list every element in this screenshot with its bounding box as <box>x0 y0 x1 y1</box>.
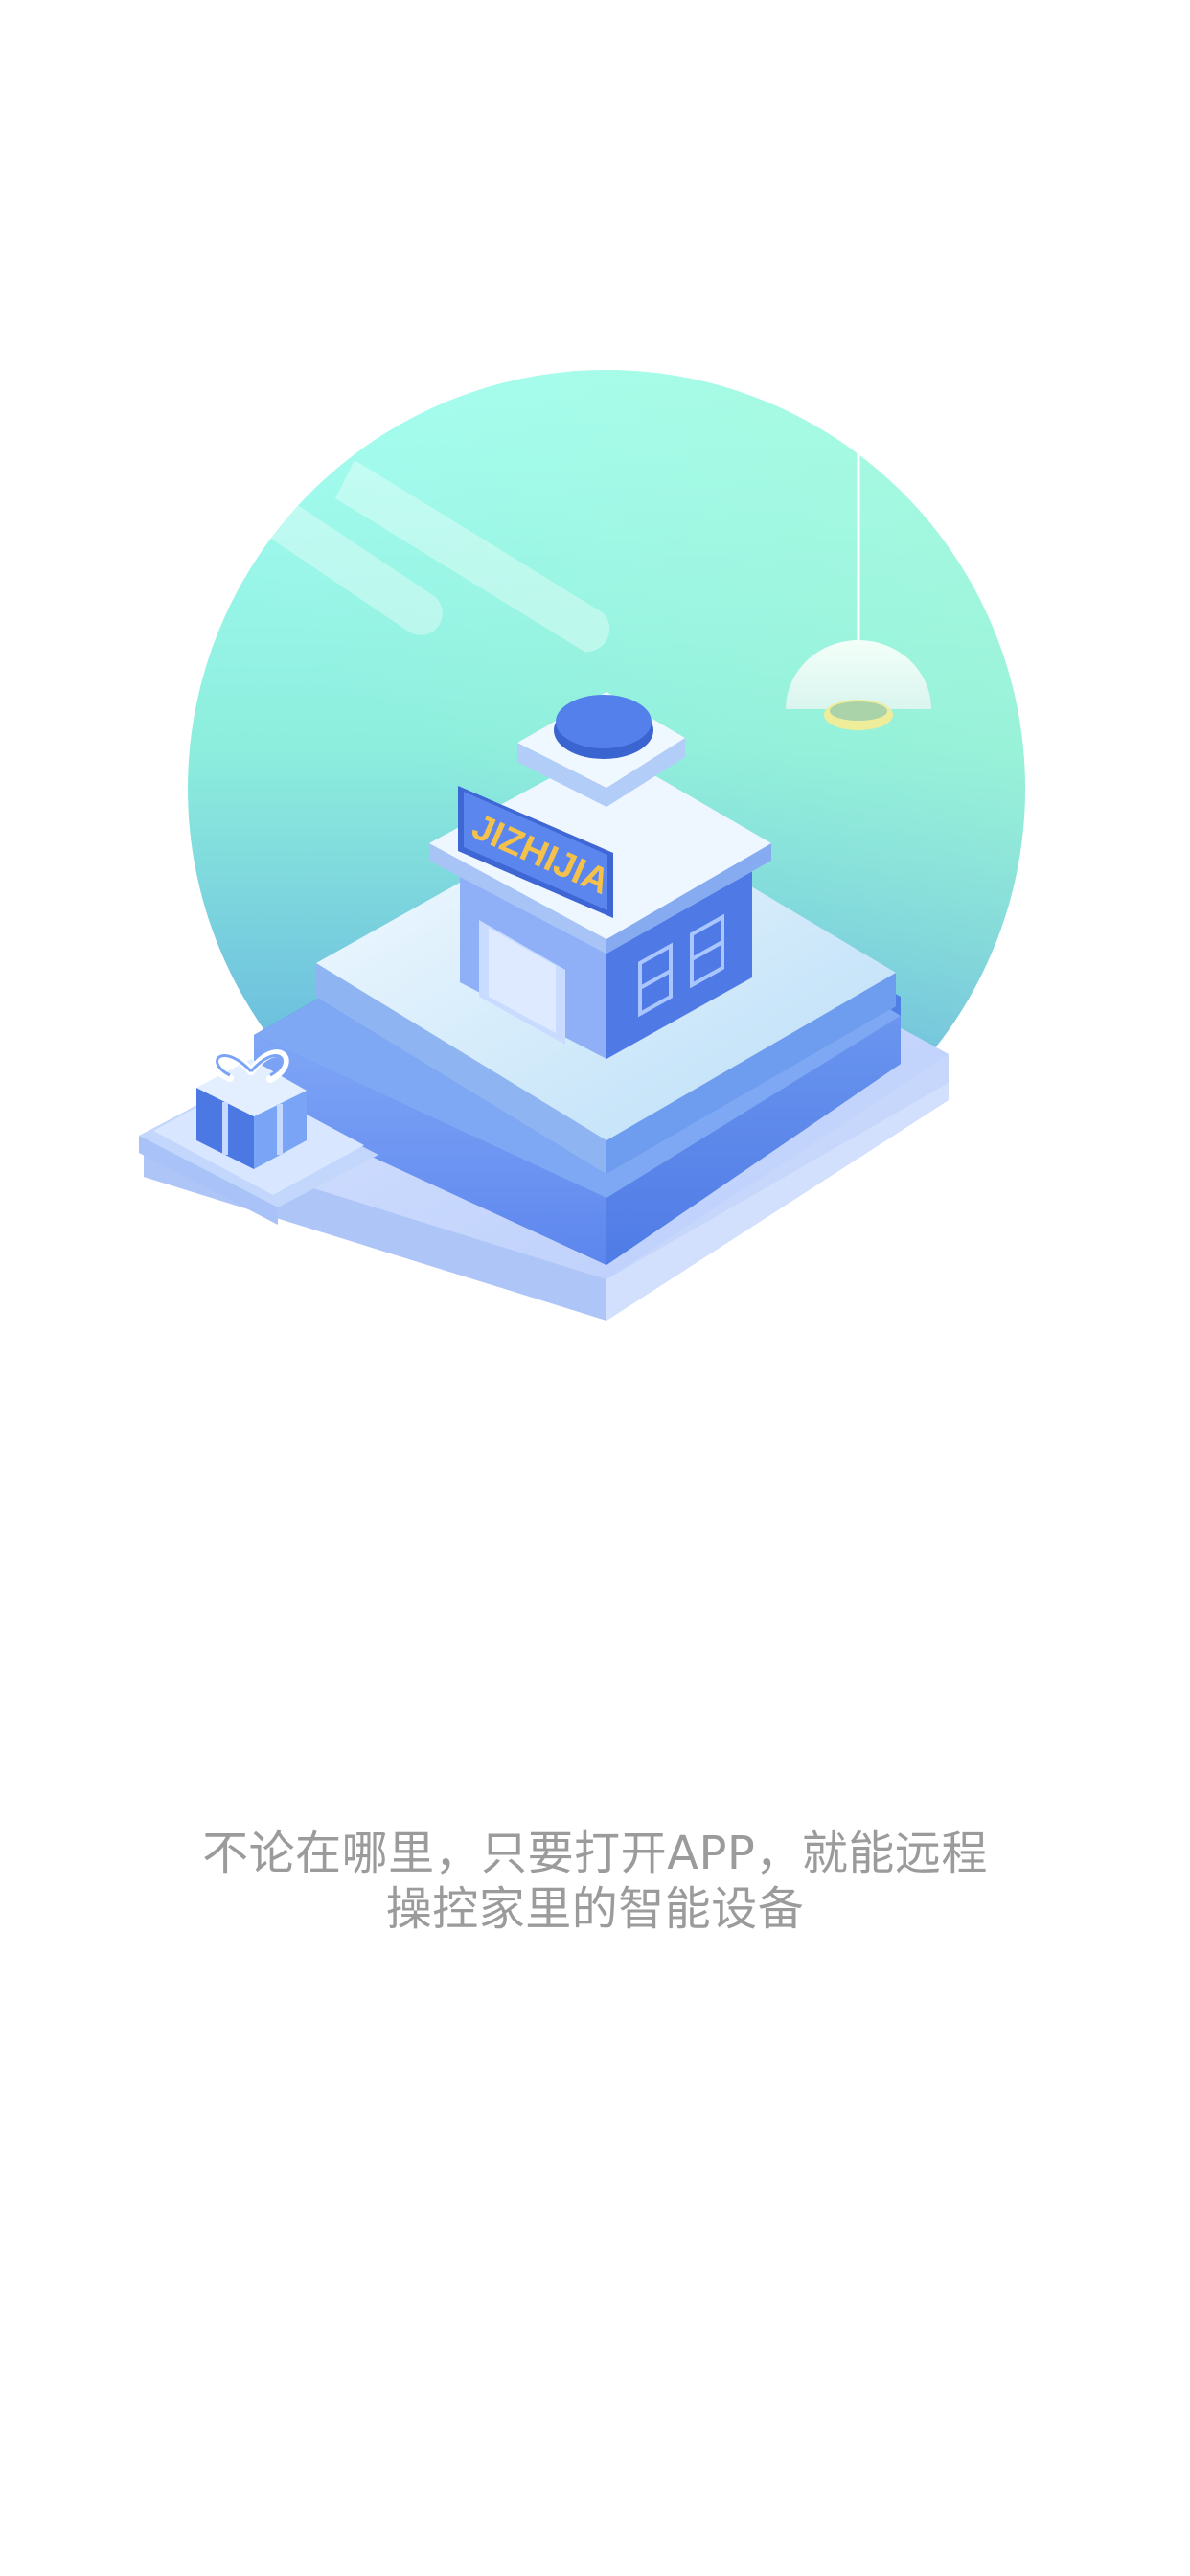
caption-line-1: 不论在哪里，只要打开APP，就能远程 <box>202 1827 988 1880</box>
onboarding-caption: 不论在哪里，只要打开APP，就能远程 操控家里的智能设备 <box>0 1826 1190 1937</box>
caption-line-2: 操控家里的智能设备 <box>385 1882 805 1936</box>
onboarding-illustration: JIZHIJIA <box>0 0 1190 1361</box>
